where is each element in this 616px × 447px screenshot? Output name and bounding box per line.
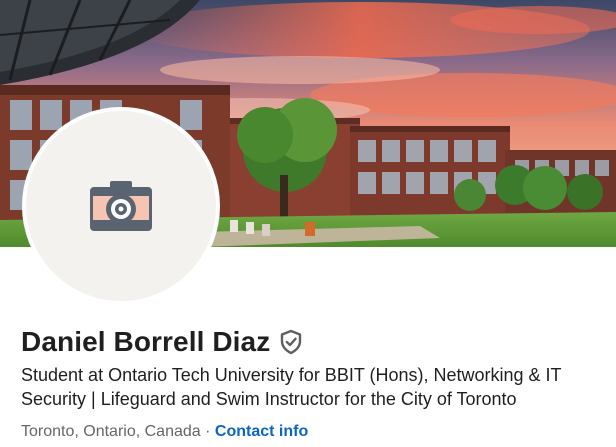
profile-card: Daniel Borrell Diaz Student at Ontario T… bbox=[0, 0, 616, 447]
contact-info-link[interactable]: Contact info bbox=[215, 423, 308, 440]
profile-avatar[interactable] bbox=[22, 107, 220, 305]
name-row: Daniel Borrell Diaz bbox=[21, 322, 304, 362]
profile-headline: Student at Ontario Tech University for B… bbox=[21, 363, 616, 411]
verified-shield-icon[interactable] bbox=[278, 329, 304, 355]
headline-line-2: Security | Lifeguard and Swim Instructor… bbox=[21, 389, 517, 409]
camera-icon bbox=[90, 181, 152, 231]
profile-location: Toronto, Ontario, Canada bbox=[21, 423, 201, 440]
separator-dot: · bbox=[200, 423, 215, 440]
headline-line-1: Student at Ontario Tech University for B… bbox=[21, 365, 562, 385]
location-row: Toronto, Ontario, Canada · Contact info bbox=[21, 421, 308, 443]
profile-name: Daniel Borrell Diaz bbox=[21, 326, 271, 357]
